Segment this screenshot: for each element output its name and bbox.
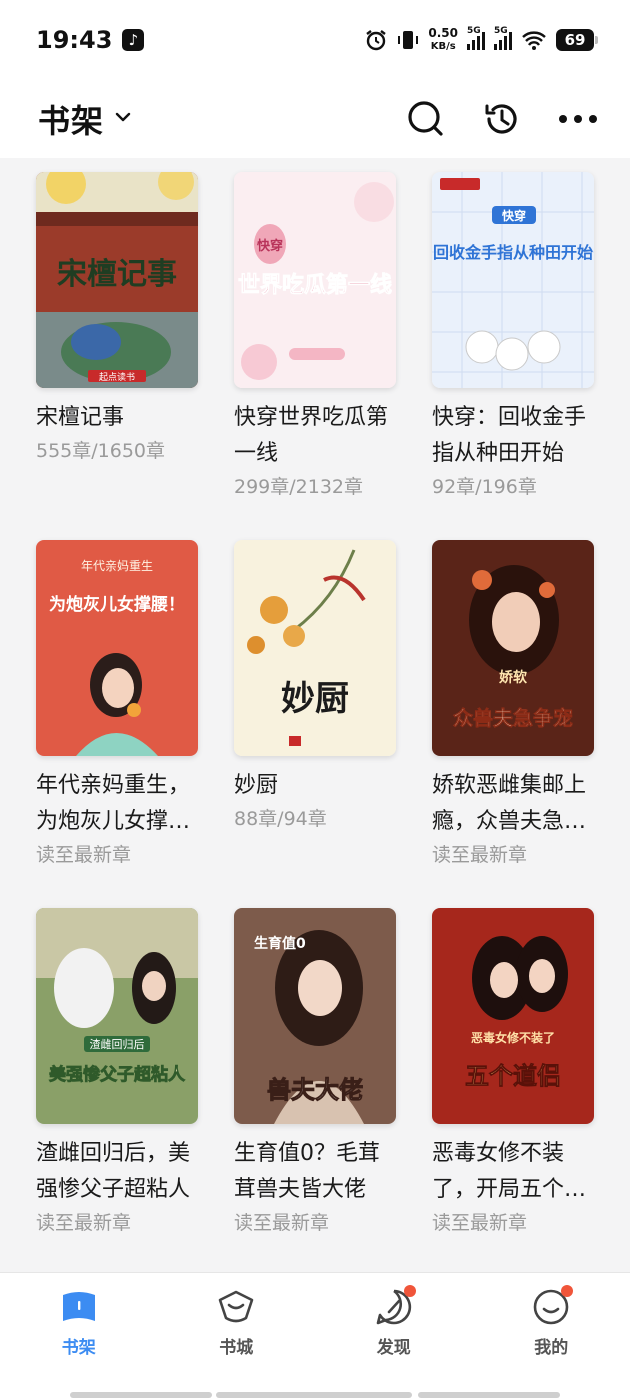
nav-bookstore[interactable]: 书城 [176,1287,296,1358]
book-item[interactable]: 妙厨 妙厨 88章/94章 [234,540,396,908]
sim2-label: 5G [494,26,508,36]
book-cover[interactable]: 渣雌回归后 美强惨父子超粘人 [36,908,198,1124]
cover-title: 为炮灰儿女撑腰！ [49,594,185,615]
cover-title: 妙厨 [281,679,349,719]
sim1-signal-icon: 5G [467,26,485,50]
search-icon[interactable] [406,99,446,139]
vibrate-icon [397,28,419,52]
book-progress: 读至最新章 [432,844,528,866]
book-cover[interactable]: 年代亲妈重生 为炮灰儿女撑腰！ [36,540,198,756]
book-item[interactable]: 渣雌回归后 美强惨父子超粘人 渣雌回归后，美强惨父子超粘人 读至最新章 [36,908,198,1270]
book-title: 快穿：回收金手指从种田开始 [432,405,587,466]
cover-tag: 恶毒女修不装了 [471,1030,555,1045]
sim1-label: 5G [467,26,481,36]
book-title: 渣雌回归后，美强惨父子超粘人 [36,1141,191,1202]
book-progress: 读至最新章 [36,844,132,866]
book-title: 恶毒女修不装了，开局五个道侣 [432,1141,587,1202]
book-item[interactable]: 生育值0 兽夫大佬 生育值0？毛茸茸兽夫皆大佬 读至最新章 [234,908,396,1270]
cover-tag: 快穿 [502,208,526,223]
profile-icon [531,1285,574,1327]
network-speed-unit: KB/s [430,41,456,52]
book-progress: 88章/94章 [234,808,327,830]
cover-tag: 娇软 [499,669,528,686]
book-progress: 读至最新章 [432,1212,528,1234]
book-item[interactable]: 年代亲妈重生 为炮灰儿女撑腰！ 年代亲妈重生，为炮灰儿女撑腰！ 读至最新章 [36,540,198,908]
cover-title: 回收金手指从种田开始 [433,243,593,262]
book-item[interactable]: 快穿 回收金手指从种田开始 快穿：回收金手指从种田开始 92章/196章 [432,172,594,540]
nav-label: 我的 [534,1338,569,1358]
book-cover[interactable]: 妙厨 [234,540,396,756]
gesture-bar-segment [70,1392,212,1398]
clock: 19:43 [36,26,113,54]
sim2-signal-icon: 5G [494,26,512,50]
book-progress: 读至最新章 [234,1212,330,1234]
bookshelf-icon [59,1287,99,1327]
notification-dot [561,1285,574,1297]
book-title: 快穿世界吃瓜第一线 [234,405,389,466]
cover-title: 宋檀记事 [57,257,177,292]
nav-profile[interactable]: 我的 [491,1285,611,1358]
book-title: 生育值0？毛茸茸兽夫皆大佬 [234,1141,380,1202]
alarm-icon [364,28,388,52]
book-cover[interactable]: 恶毒女修不装了 五个道侣 [432,908,594,1124]
page-title: 书架 [38,102,105,140]
book-cover[interactable]: 娇软 众兽夫急争宠 [432,540,594,756]
book-cover[interactable]: 快穿 回收金手指从种田开始 [432,172,594,388]
app-header: 书架 [0,80,630,158]
cover-tag: 生育值0 [254,935,306,952]
book-title: 娇软恶雌集邮上瘾，众兽夫急争宠 [432,773,587,834]
bottom-nav: 书架 书城 发现 我的 [0,1272,630,1400]
cover-title: 兽夫大佬 [267,1075,363,1104]
book-item[interactable]: 宋檀记事 起点读书 宋檀记事 555章/1650章 [36,172,198,540]
cover-tag: 年代亲妈重生 [81,559,153,573]
wifi-icon [521,29,547,51]
cover-title: 五个道侣 [465,1061,561,1090]
cover-tag: 渣雌回归后 [90,1037,145,1051]
book-cover[interactable]: 快穿 世界吃瓜第一线 [234,172,396,388]
shelf-title-dropdown[interactable]: 书架 [38,96,134,142]
header-actions [406,99,598,139]
bookshelf-grid: 宋檀记事 起点读书 宋檀记事 555章/1650章 快穿 世界吃瓜第一线 快穿世… [0,158,630,1270]
history-icon[interactable] [482,99,522,139]
network-speed-value: 0.50 [428,26,458,40]
book-cover[interactable]: 生育值0 兽夫大佬 [234,908,396,1124]
book-title: 宋檀记事 [36,405,125,430]
gesture-bar-segment [418,1392,560,1398]
gesture-bar-segment [216,1392,412,1398]
nav-label: 书架 [61,1338,96,1358]
network-speed: 0.50 KB/s [428,27,458,53]
cover-title: 众兽夫急争宠 [453,706,573,730]
cover-tag: 快穿 [257,238,283,254]
book-item[interactable]: 娇软 众兽夫急争宠 娇软恶雌集邮上瘾，众兽夫急争宠 读至最新章 [432,540,594,908]
notification-dot [403,1285,416,1297]
book-item[interactable]: 恶毒女修不装了 五个道侣 恶毒女修不装了，开局五个道侣 读至最新章 [432,908,594,1270]
more-icon[interactable] [558,99,598,139]
book-cover[interactable]: 宋檀记事 起点读书 [36,172,198,388]
status-bar: 19:43 ♪ 0.50 KB/s 5G 5G 69 [0,0,630,80]
book-title: 妙厨 [234,773,279,798]
nav-bookshelf[interactable]: 书架 [19,1287,139,1358]
book-item[interactable]: 快穿 世界吃瓜第一线 快穿世界吃瓜第一线 299章/2132章 [234,172,396,540]
nav-label: 书城 [219,1338,254,1358]
nav-discover[interactable]: 发现 [334,1285,454,1358]
book-progress: 555章/1650章 [36,440,166,462]
book-progress: 299章/2132章 [234,476,364,498]
status-left: 19:43 ♪ [36,26,145,54]
book-progress: 92章/196章 [432,476,537,498]
cover-title: 美强惨父子超粘人 [49,1064,186,1085]
bookstore-icon [216,1287,256,1327]
book-title: 年代亲妈重生，为炮灰儿女撑腰！ [36,773,191,834]
cover-publisher: 起点读书 [99,371,135,383]
chevron-down-icon [112,106,134,132]
discover-icon [374,1285,416,1327]
cover-title: 世界吃瓜第一线 [238,272,392,298]
tiktok-notification-icon: ♪ [122,29,145,51]
nav-label: 发现 [376,1338,411,1358]
book-progress: 读至最新章 [36,1212,132,1234]
status-right: 0.50 KB/s 5G 5G 69 [364,26,598,53]
battery-indicator: 69 [556,29,598,51]
